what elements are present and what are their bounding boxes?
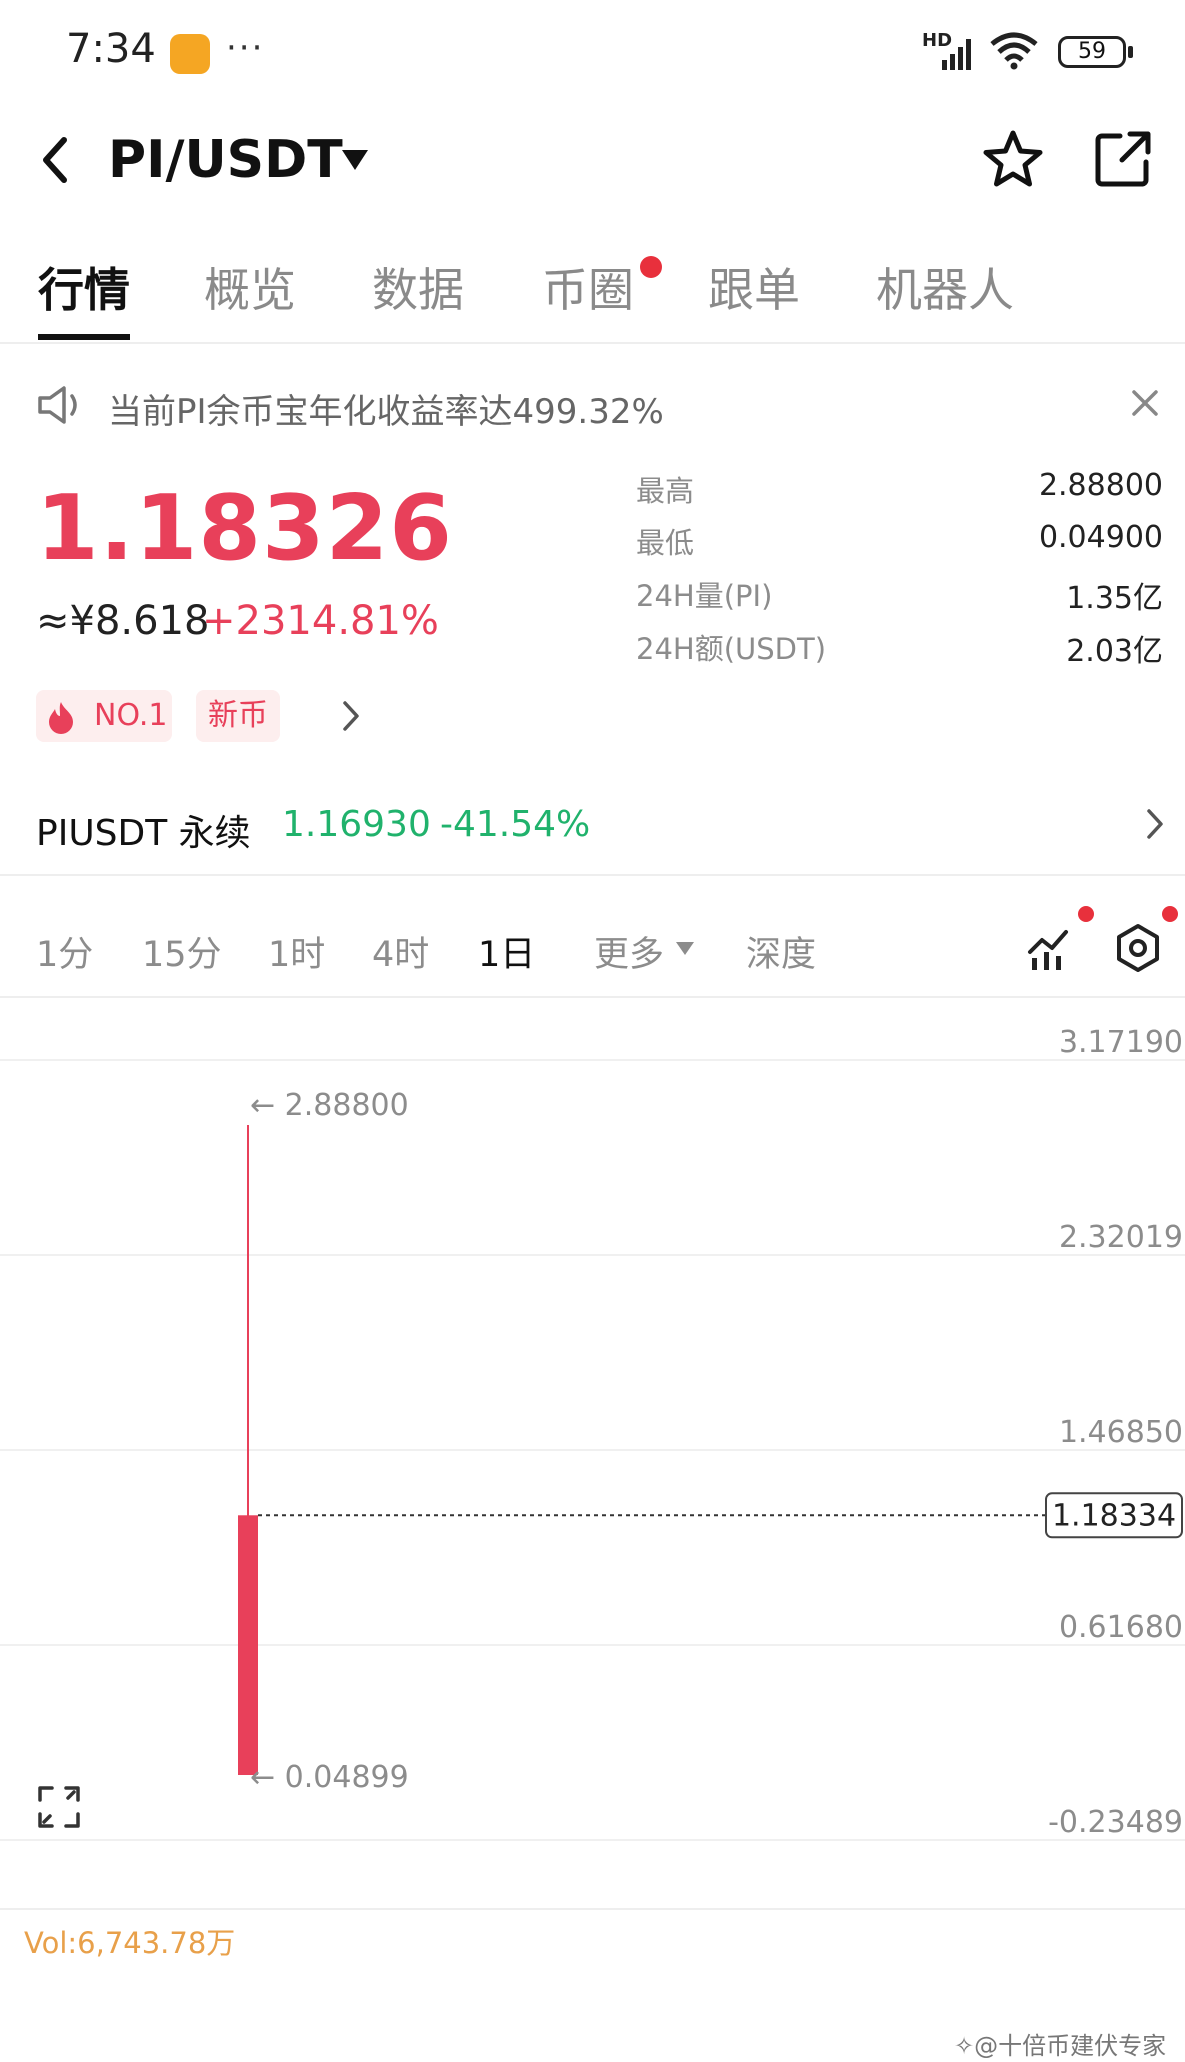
- y-tick-label: 0.61680: [1059, 1610, 1183, 1645]
- stat-label-turnover: 24H额(USDT): [636, 632, 827, 666]
- interval-1d[interactable]: 1日: [478, 926, 535, 977]
- flame-icon: [49, 702, 73, 734]
- tab-overview[interactable]: 概览: [204, 254, 296, 320]
- pair-dropdown-caret-icon[interactable]: [342, 150, 368, 170]
- candlestick-chart[interactable]: 3.17190 2.32019 1.46850 0.61680 -0.23489 ← 2.…: [0, 1000, 1185, 1900]
- price-change-percent: +2314.81%: [202, 598, 439, 644]
- indicators-icon[interactable]: [1026, 924, 1074, 972]
- interval-more[interactable]: 更多: [594, 926, 664, 977]
- perpetual-divider: [0, 874, 1185, 876]
- indicators-dot: [1078, 906, 1094, 922]
- tab-bots[interactable]: 机器人: [876, 254, 1014, 320]
- tab-community[interactable]: 币圈: [542, 254, 634, 320]
- stat-value-volume: 1.35亿: [1066, 581, 1163, 616]
- interval-depth[interactable]: 深度: [746, 926, 816, 977]
- y-tick-label: 2.32019: [1059, 1220, 1183, 1255]
- price-cny: ≈¥8.618: [36, 598, 210, 644]
- perpetual-price: 1.16930: [282, 804, 431, 845]
- last-price: 1.18326: [36, 476, 453, 581]
- share-icon[interactable]: [1092, 128, 1154, 190]
- perpetual-contract-name[interactable]: PIUSDT 永续: [36, 804, 251, 856]
- trading-pair-title[interactable]: PI/USDT: [108, 130, 343, 190]
- perpetual-chevron-right-icon[interactable]: [1144, 806, 1166, 842]
- stat-value-turnover: 2.03亿: [1066, 634, 1163, 669]
- announcement-text[interactable]: 当前PI余币宝年化收益率达499.32%: [108, 384, 664, 433]
- stat-value-high: 2.88800: [1038, 468, 1163, 503]
- tabs-divider: [0, 342, 1185, 344]
- favorite-star-icon[interactable]: [982, 128, 1044, 190]
- new-coin-badge[interactable]: 新币: [196, 690, 280, 742]
- perpetual-change: -41.54%: [440, 804, 591, 845]
- volume-label: Vol:6,743.78万: [24, 1926, 236, 1960]
- volume-divider: [0, 1908, 1185, 1910]
- community-unread-dot: [640, 256, 662, 278]
- active-tab-indicator: [38, 334, 130, 340]
- fullscreen-expand-icon[interactable]: [36, 1784, 82, 1830]
- current-price-tag-label: 1.18334: [1052, 1498, 1176, 1533]
- tab-copy-trading[interactable]: 跟单: [708, 254, 800, 320]
- wifi-icon: [990, 32, 1038, 70]
- status-time: 7:34: [66, 26, 156, 72]
- stat-value-low: 0.04900: [1038, 520, 1163, 555]
- back-arrow-icon[interactable]: [36, 130, 76, 190]
- y-tick-label: -0.23489: [1048, 1805, 1183, 1840]
- y-tick-label: 1.46850: [1059, 1415, 1183, 1450]
- chevron-right-icon[interactable]: [340, 698, 362, 734]
- chart-settings-icon[interactable]: [1112, 922, 1164, 974]
- interval-4h[interactable]: 4时: [372, 926, 429, 977]
- high-marker-label: ← 2.88800: [250, 1088, 409, 1123]
- app-notification-icon: [170, 34, 210, 74]
- settings-dot: [1162, 906, 1178, 922]
- stat-label-high: 最高: [636, 474, 695, 508]
- low-marker-label: ← 0.04899: [250, 1760, 409, 1795]
- tab-market[interactable]: 行情: [38, 254, 130, 320]
- interval-15m[interactable]: 15分: [142, 926, 222, 977]
- more-caret-icon[interactable]: [676, 942, 694, 955]
- close-icon[interactable]: [1130, 388, 1160, 418]
- tab-data[interactable]: 数据: [372, 254, 464, 320]
- speaker-icon: [38, 386, 77, 424]
- battery-indicator: 59: [1058, 36, 1126, 68]
- y-tick-label: 3.17190: [1059, 1025, 1183, 1060]
- watermark: ✧@十倍币建伏专家: [954, 2032, 1167, 2060]
- battery-tip: [1128, 46, 1133, 58]
- stat-label-volume: 24H量(PI): [636, 579, 773, 613]
- stat-label-low: 最低: [636, 526, 695, 560]
- more-notifications-icon: ···: [226, 28, 265, 68]
- candle-body: [238, 1515, 258, 1776]
- interval-1m[interactable]: 1分: [36, 926, 93, 977]
- interval-divider: [0, 996, 1185, 998]
- interval-1h[interactable]: 1时: [268, 926, 325, 977]
- signal-icon: [942, 39, 971, 70]
